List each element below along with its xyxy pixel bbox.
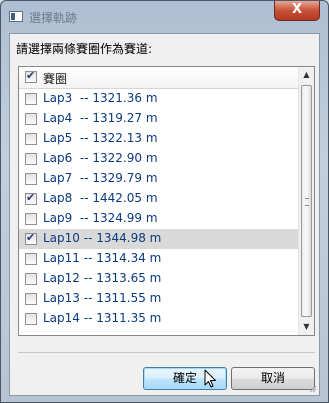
list-item[interactable]: Lap7 -- 1329.79 m bbox=[19, 169, 300, 189]
lap-checkbox[interactable] bbox=[25, 273, 37, 285]
lap-label: Lap5 -- 1322.13 m bbox=[43, 131, 158, 145]
window-title: 選擇軌跡 bbox=[29, 11, 78, 25]
cancel-button[interactable]: 取消 bbox=[231, 367, 315, 390]
title-bar[interactable]: 選擇軌跡 X bbox=[1, 1, 328, 33]
vertical-scrollbar[interactable]: ▲ ▼ bbox=[298, 67, 314, 335]
lap-label: Lap8 -- 1442.05 m bbox=[43, 191, 158, 205]
lap-checkbox[interactable] bbox=[25, 231, 37, 245]
dialog-window: 選擇軌跡 X 請選擇兩條賽圈作為賽道: 賽圈 Lap3 -- 1321.36 m… bbox=[0, 0, 329, 403]
list-item[interactable]: Lap3 -- 1321.36 m bbox=[19, 89, 300, 109]
lap-label: Lap3 -- 1321.36 m bbox=[43, 91, 158, 105]
arrow-up-icon[interactable]: ▲ bbox=[299, 67, 314, 83]
select-all-checkbox[interactable] bbox=[25, 69, 37, 83]
list-header: 賽圈 bbox=[19, 67, 300, 89]
lap-checkbox[interactable] bbox=[25, 173, 37, 185]
lap-checkbox[interactable] bbox=[25, 253, 37, 265]
list-item[interactable]: Lap8 -- 1442.05 m bbox=[19, 189, 300, 209]
arrow-down-icon[interactable]: ▼ bbox=[299, 319, 314, 335]
lap-label: Lap11 -- 1314.34 m bbox=[43, 251, 162, 265]
lap-label: Lap13 -- 1311.55 m bbox=[43, 291, 162, 305]
lap-checkbox[interactable] bbox=[25, 113, 37, 125]
list-item[interactable]: Lap9 -- 1324.99 m bbox=[19, 209, 300, 229]
list-item[interactable]: Lap10 -- 1344.98 m bbox=[19, 229, 300, 249]
resize-grip-icon[interactable] bbox=[307, 383, 317, 393]
close-icon: X bbox=[291, 2, 303, 17]
scrollbar-thumb[interactable] bbox=[301, 85, 312, 317]
list-item[interactable]: Lap14 -- 1311.35 m bbox=[19, 309, 300, 329]
list-item[interactable]: Lap4 -- 1319.27 m bbox=[19, 109, 300, 129]
lap-checkbox[interactable] bbox=[25, 313, 37, 325]
list-item[interactable]: Lap13 -- 1311.55 m bbox=[19, 289, 300, 309]
lap-label: Lap7 -- 1329.79 m bbox=[43, 171, 158, 185]
lap-checkbox[interactable] bbox=[25, 191, 37, 205]
instruction-label: 請選擇兩條賽圈作為賽道: bbox=[16, 42, 153, 56]
lap-checkbox[interactable] bbox=[25, 133, 37, 145]
lap-label: Lap12 -- 1313.65 m bbox=[43, 271, 162, 285]
lap-checkbox[interactable] bbox=[25, 93, 37, 105]
list-item[interactable]: Lap6 -- 1322.90 m bbox=[19, 149, 300, 169]
window-icon bbox=[9, 11, 23, 22]
mouse-cursor-icon bbox=[204, 369, 216, 388]
lap-label: Lap6 -- 1322.90 m bbox=[43, 151, 158, 165]
close-button[interactable]: X bbox=[274, 1, 320, 21]
list-item[interactable]: Lap12 -- 1313.65 m bbox=[19, 269, 300, 289]
lap-label: Lap4 -- 1319.27 m bbox=[43, 111, 158, 125]
list-item[interactable]: Lap11 -- 1314.34 m bbox=[19, 249, 300, 269]
scrollbar-grip bbox=[305, 198, 309, 206]
lap-list[interactable]: 賽圈 Lap3 -- 1321.36 m Lap4 -- 1319.27 m Lap… bbox=[18, 66, 315, 336]
list-item[interactable]: Lap5 -- 1322.13 m bbox=[19, 129, 300, 149]
lap-label: Lap9 -- 1324.99 m bbox=[43, 211, 158, 225]
lap-label: Lap14 -- 1311.35 m bbox=[43, 311, 162, 325]
lap-checkbox[interactable] bbox=[25, 293, 37, 305]
lap-checkbox[interactable] bbox=[25, 153, 37, 165]
separator bbox=[18, 352, 315, 353]
dialog-body: 請選擇兩條賽圈作為賽道: 賽圈 Lap3 -- 1321.36 m Lap4 --… bbox=[9, 33, 320, 396]
lap-checkbox[interactable] bbox=[25, 213, 37, 225]
lap-label: Lap10 -- 1344.98 m bbox=[43, 231, 162, 245]
list-header-label: 賽圈 bbox=[43, 72, 68, 86]
